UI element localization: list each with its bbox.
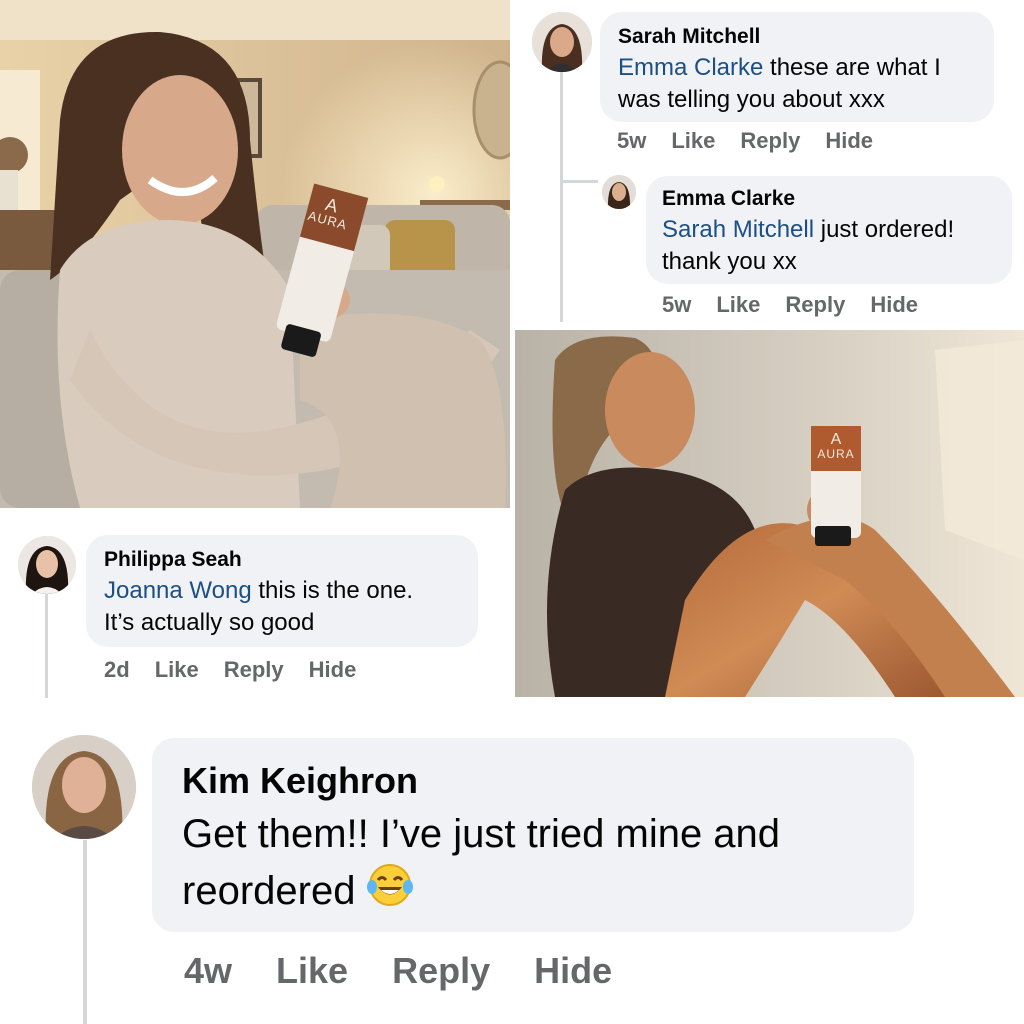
avatar-philippa-seah[interactable] [18,536,76,594]
hide-button[interactable]: Hide [309,657,357,683]
comment-time: 5w [662,292,692,317]
comment-time: 2d [104,657,130,682]
product-logo-2: A AURA [811,431,861,461]
reply-button[interactable]: Reply [785,292,845,318]
reply-connector [560,180,598,183]
comment-text-line2-wrap: reordered [182,862,884,919]
thread-line [45,594,48,698]
comment-text-line1: Get them!! I’ve just tried mine and [182,812,781,856]
comment-text-line1: this is the one. [251,577,414,604]
comment-text: Joanna Wong this is the one. [104,575,460,607]
reply-button[interactable]: Reply [740,128,800,154]
comment-actions: 4w Like Reply Hide [184,950,656,992]
comment-text: Emma Clarke these are what I [618,52,976,84]
reply-button[interactable]: Reply [392,950,490,992]
comment-time: 4w [184,950,233,991]
photo-woman-tanned-legs: A AURA [515,330,1024,697]
comment-text-line1: just ordered! [814,216,955,243]
like-button[interactable]: Like [671,128,715,154]
comment-text-line2: was telling you about xxx [618,86,885,113]
comment-text-line2: It’s actually so good [104,609,315,636]
comment-author[interactable]: Emma Clarke [662,184,996,214]
reply-button[interactable]: Reply [224,657,284,683]
hide-button[interactable]: Hide [825,128,873,154]
comment-text-line2: thank you xx [662,248,797,275]
hide-button[interactable]: Hide [870,292,918,318]
comment-actions: 2d Like Reply Hide [104,657,381,683]
photo-woman-on-sofa: A AURA [0,0,510,508]
mention-link[interactable]: Sarah Mitchell [662,216,814,243]
comment-author[interactable]: Sarah Mitchell [618,22,976,52]
comment-time: 5w [617,128,647,153]
mention-link[interactable]: Emma Clarke [618,54,763,81]
comment-text-line2: reordered [182,869,367,913]
mention-link[interactable]: Joanna Wong [104,577,252,604]
comment-text: Sarah Mitchell just ordered! [662,214,996,246]
thread-line [83,840,87,1024]
hide-button[interactable]: Hide [534,950,612,992]
comment-bubble: Philippa Seah Joanna Wong this is the on… [86,535,478,647]
comment-bubble: Kim Keighron Get them!! I’ve just tried … [152,738,914,932]
face-with-tears-of-joy-icon [366,864,413,906]
like-button[interactable]: Like [155,657,199,683]
comment-author[interactable]: Philippa Seah [104,545,460,575]
comment-actions: 5w Like Reply Hide [617,128,898,154]
like-button[interactable]: Like [716,292,760,318]
avatar-emma-clarke[interactable] [602,175,636,209]
product-brand-label: AURA [817,447,855,461]
comment-bubble: Sarah Mitchell Emma Clarke these are wha… [600,12,994,122]
comment-text-line1: these are what I [763,54,941,81]
avatar-kim-keighron[interactable] [32,735,136,839]
thread-line [560,72,563,322]
product-logo-letter: A [830,431,842,448]
comment-actions: 5w Like Reply Hide [662,292,943,318]
avatar-sarah-mitchell[interactable] [532,12,592,72]
comment-bubble: Emma Clarke Sarah Mitchell just ordered!… [646,176,1012,284]
like-button[interactable]: Like [276,950,348,992]
comment-author[interactable]: Kim Keighron [182,756,884,806]
